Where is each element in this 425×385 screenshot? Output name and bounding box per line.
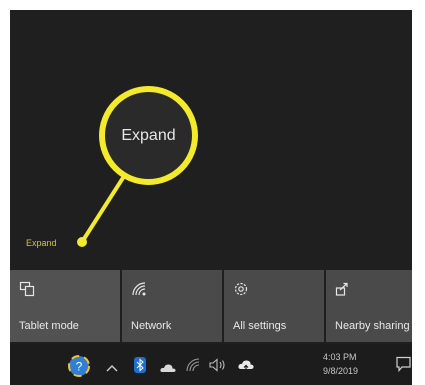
tutorial-callout: Expand Expand bbox=[10, 10, 412, 270]
volume-icon[interactable] bbox=[209, 358, 227, 377]
tile-label: Tablet mode bbox=[19, 320, 79, 332]
svg-text:?: ? bbox=[76, 360, 83, 374]
action-center-icon[interactable] bbox=[396, 356, 411, 377]
taskbar: ? 4:03 PM 9/8/2019 bbox=[10, 344, 412, 385]
zoom-highlight-circle: Expand bbox=[99, 86, 198, 185]
tile-label: Nearby sharing bbox=[335, 320, 410, 332]
callout-pointer-line bbox=[77, 168, 130, 247]
wifi-icon[interactable] bbox=[186, 358, 200, 377]
bluetooth-icon[interactable] bbox=[134, 357, 146, 378]
zoom-expand-label: Expand bbox=[121, 126, 176, 144]
clock-date: 9/8/2019 bbox=[323, 366, 359, 376]
tile-label: All settings bbox=[233, 320, 287, 332]
tablet-mode-icon bbox=[19, 281, 35, 302]
settings-gear-icon bbox=[233, 281, 249, 302]
tile-network[interactable]: Network bbox=[122, 270, 222, 342]
cloud-icon[interactable] bbox=[238, 358, 254, 377]
tile-all-settings[interactable]: All settings bbox=[224, 270, 324, 342]
clock-time: 4:03 PM bbox=[323, 352, 357, 362]
quick-actions-grid: Tablet mode Network All settings Nearby … bbox=[10, 270, 412, 344]
tile-label: Network bbox=[131, 320, 172, 332]
help-icon[interactable]: ? bbox=[68, 355, 90, 382]
chevron-up-icon[interactable] bbox=[106, 360, 118, 378]
tile-tablet-mode[interactable]: Tablet mode bbox=[10, 270, 120, 342]
expand-link[interactable]: Expand bbox=[26, 238, 57, 248]
network-icon bbox=[131, 281, 147, 302]
action-center-panel: Expand Expand Tablet mode Network All se… bbox=[10, 10, 412, 385]
onedrive-icon[interactable] bbox=[160, 360, 176, 378]
callout-pointer-dot bbox=[77, 237, 87, 247]
taskbar-clock[interactable]: 4:03 PM 9/8/2019 bbox=[323, 350, 358, 378]
tile-nearby-sharing[interactable]: Nearby sharing bbox=[326, 270, 412, 342]
nearby-sharing-icon bbox=[335, 281, 351, 302]
